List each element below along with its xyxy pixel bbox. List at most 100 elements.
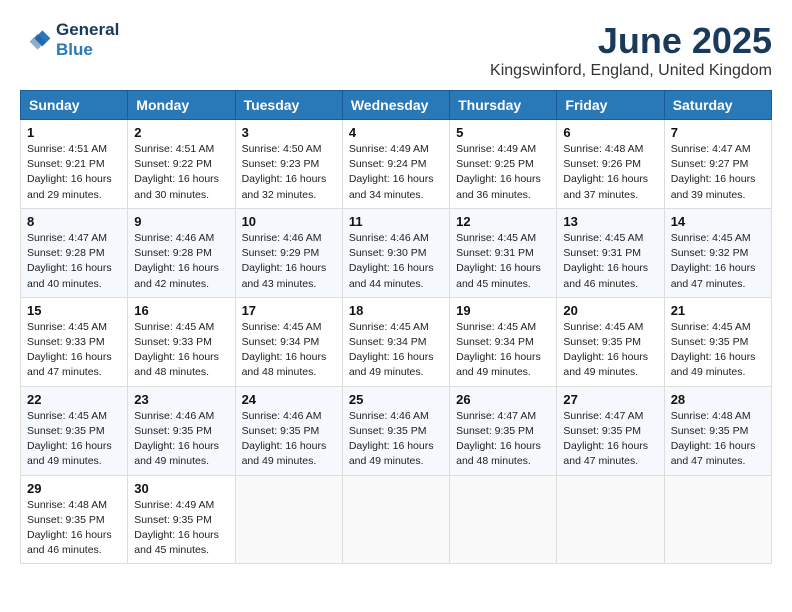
day-number: 6: [563, 125, 657, 140]
day-number: 30: [134, 481, 228, 496]
day-number: 8: [27, 214, 121, 229]
calendar-cell: 14 Sunrise: 4:45 AMSunset: 9:32 PMDaylig…: [664, 208, 771, 297]
day-info: Sunrise: 4:46 AMSunset: 9:35 PMDaylight:…: [242, 409, 336, 470]
calendar-title: June 2025: [490, 20, 772, 62]
day-info: Sunrise: 4:45 AMSunset: 9:32 PMDaylight:…: [671, 231, 765, 292]
logo-icon: [20, 24, 52, 56]
day-info: Sunrise: 4:45 AMSunset: 9:34 PMDaylight:…: [349, 320, 443, 381]
day-info: Sunrise: 4:46 AMSunset: 9:29 PMDaylight:…: [242, 231, 336, 292]
day-number: 18: [349, 303, 443, 318]
calendar-cell: 1 Sunrise: 4:51 AMSunset: 9:21 PMDayligh…: [21, 120, 128, 209]
calendar-cell: 25 Sunrise: 4:46 AMSunset: 9:35 PMDaylig…: [342, 386, 449, 475]
day-number: 25: [349, 392, 443, 407]
day-number: 5: [456, 125, 550, 140]
day-info: Sunrise: 4:51 AMSunset: 9:22 PMDaylight:…: [134, 142, 228, 203]
day-info: Sunrise: 4:47 AMSunset: 9:35 PMDaylight:…: [563, 409, 657, 470]
weekday-header-monday: Monday: [128, 91, 235, 120]
day-info: Sunrise: 4:51 AMSunset: 9:21 PMDaylight:…: [27, 142, 121, 203]
day-number: 26: [456, 392, 550, 407]
calendar-cell: 16 Sunrise: 4:45 AMSunset: 9:33 PMDaylig…: [128, 297, 235, 386]
day-info: Sunrise: 4:45 AMSunset: 9:31 PMDaylight:…: [563, 231, 657, 292]
day-number: 22: [27, 392, 121, 407]
day-number: 20: [563, 303, 657, 318]
day-info: Sunrise: 4:45 AMSunset: 9:31 PMDaylight:…: [456, 231, 550, 292]
day-info: Sunrise: 4:45 AMSunset: 9:34 PMDaylight:…: [456, 320, 550, 381]
day-info: Sunrise: 4:49 AMSunset: 9:25 PMDaylight:…: [456, 142, 550, 203]
week-row-2: 8 Sunrise: 4:47 AMSunset: 9:28 PMDayligh…: [21, 208, 772, 297]
calendar-cell: 27 Sunrise: 4:47 AMSunset: 9:35 PMDaylig…: [557, 386, 664, 475]
calendar-cell: 7 Sunrise: 4:47 AMSunset: 9:27 PMDayligh…: [664, 120, 771, 209]
calendar-cell: 23 Sunrise: 4:46 AMSunset: 9:35 PMDaylig…: [128, 386, 235, 475]
calendar-cell: 30 Sunrise: 4:49 AMSunset: 9:35 PMDaylig…: [128, 475, 235, 564]
day-info: Sunrise: 4:47 AMSunset: 9:28 PMDaylight:…: [27, 231, 121, 292]
day-number: 27: [563, 392, 657, 407]
day-info: Sunrise: 4:48 AMSunset: 9:26 PMDaylight:…: [563, 142, 657, 203]
calendar-cell: 12 Sunrise: 4:45 AMSunset: 9:31 PMDaylig…: [450, 208, 557, 297]
day-number: 15: [27, 303, 121, 318]
logo: General Blue: [20, 20, 119, 60]
calendar-cell: 15 Sunrise: 4:45 AMSunset: 9:33 PMDaylig…: [21, 297, 128, 386]
calendar-cell: 28 Sunrise: 4:48 AMSunset: 9:35 PMDaylig…: [664, 386, 771, 475]
day-number: 1: [27, 125, 121, 140]
day-number: 17: [242, 303, 336, 318]
day-number: 21: [671, 303, 765, 318]
calendar-header: General Blue June 2025 Kingswinford, Eng…: [20, 20, 772, 80]
day-info: Sunrise: 4:46 AMSunset: 9:30 PMDaylight:…: [349, 231, 443, 292]
weekday-header-wednesday: Wednesday: [342, 91, 449, 120]
calendar-cell: 13 Sunrise: 4:45 AMSunset: 9:31 PMDaylig…: [557, 208, 664, 297]
day-info: Sunrise: 4:45 AMSunset: 9:35 PMDaylight:…: [671, 320, 765, 381]
calendar-cell: 24 Sunrise: 4:46 AMSunset: 9:35 PMDaylig…: [235, 386, 342, 475]
calendar-cell: [557, 475, 664, 564]
day-info: Sunrise: 4:45 AMSunset: 9:33 PMDaylight:…: [134, 320, 228, 381]
day-number: 9: [134, 214, 228, 229]
day-number: 16: [134, 303, 228, 318]
day-info: Sunrise: 4:50 AMSunset: 9:23 PMDaylight:…: [242, 142, 336, 203]
calendar-cell: 20 Sunrise: 4:45 AMSunset: 9:35 PMDaylig…: [557, 297, 664, 386]
calendar-cell: 19 Sunrise: 4:45 AMSunset: 9:34 PMDaylig…: [450, 297, 557, 386]
weekday-header-row: SundayMondayTuesdayWednesdayThursdayFrid…: [21, 91, 772, 120]
calendar-cell: 3 Sunrise: 4:50 AMSunset: 9:23 PMDayligh…: [235, 120, 342, 209]
day-number: 12: [456, 214, 550, 229]
day-info: Sunrise: 4:46 AMSunset: 9:35 PMDaylight:…: [349, 409, 443, 470]
day-number: 28: [671, 392, 765, 407]
day-number: 24: [242, 392, 336, 407]
day-info: Sunrise: 4:45 AMSunset: 9:35 PMDaylight:…: [27, 409, 121, 470]
day-number: 3: [242, 125, 336, 140]
calendar-cell: [450, 475, 557, 564]
day-number: 10: [242, 214, 336, 229]
day-info: Sunrise: 4:45 AMSunset: 9:35 PMDaylight:…: [563, 320, 657, 381]
weekday-header-friday: Friday: [557, 91, 664, 120]
calendar-table: SundayMondayTuesdayWednesdayThursdayFrid…: [20, 90, 772, 564]
weekday-header-sunday: Sunday: [21, 91, 128, 120]
day-info: Sunrise: 4:47 AMSunset: 9:35 PMDaylight:…: [456, 409, 550, 470]
calendar-cell: 6 Sunrise: 4:48 AMSunset: 9:26 PMDayligh…: [557, 120, 664, 209]
day-number: 29: [27, 481, 121, 496]
calendar-cell: 21 Sunrise: 4:45 AMSunset: 9:35 PMDaylig…: [664, 297, 771, 386]
calendar-subtitle: Kingswinford, England, United Kingdom: [490, 62, 772, 80]
weekday-header-thursday: Thursday: [450, 91, 557, 120]
calendar-cell: 5 Sunrise: 4:49 AMSunset: 9:25 PMDayligh…: [450, 120, 557, 209]
week-row-1: 1 Sunrise: 4:51 AMSunset: 9:21 PMDayligh…: [21, 120, 772, 209]
calendar-cell: 8 Sunrise: 4:47 AMSunset: 9:28 PMDayligh…: [21, 208, 128, 297]
day-number: 19: [456, 303, 550, 318]
day-number: 4: [349, 125, 443, 140]
day-number: 13: [563, 214, 657, 229]
day-number: 23: [134, 392, 228, 407]
week-row-3: 15 Sunrise: 4:45 AMSunset: 9:33 PMDaylig…: [21, 297, 772, 386]
calendar-cell: [235, 475, 342, 564]
calendar-cell: 29 Sunrise: 4:48 AMSunset: 9:35 PMDaylig…: [21, 475, 128, 564]
calendar-cell: 11 Sunrise: 4:46 AMSunset: 9:30 PMDaylig…: [342, 208, 449, 297]
day-number: 11: [349, 214, 443, 229]
day-info: Sunrise: 4:48 AMSunset: 9:35 PMDaylight:…: [27, 498, 121, 559]
title-section: June 2025 Kingswinford, England, United …: [490, 20, 772, 80]
calendar-cell: 17 Sunrise: 4:45 AMSunset: 9:34 PMDaylig…: [235, 297, 342, 386]
calendar-cell: 22 Sunrise: 4:45 AMSunset: 9:35 PMDaylig…: [21, 386, 128, 475]
calendar-cell: 4 Sunrise: 4:49 AMSunset: 9:24 PMDayligh…: [342, 120, 449, 209]
day-info: Sunrise: 4:49 AMSunset: 9:24 PMDaylight:…: [349, 142, 443, 203]
weekday-header-tuesday: Tuesday: [235, 91, 342, 120]
day-info: Sunrise: 4:47 AMSunset: 9:27 PMDaylight:…: [671, 142, 765, 203]
day-number: 7: [671, 125, 765, 140]
day-number: 2: [134, 125, 228, 140]
calendar-cell: 18 Sunrise: 4:45 AMSunset: 9:34 PMDaylig…: [342, 297, 449, 386]
calendar-cell: 9 Sunrise: 4:46 AMSunset: 9:28 PMDayligh…: [128, 208, 235, 297]
